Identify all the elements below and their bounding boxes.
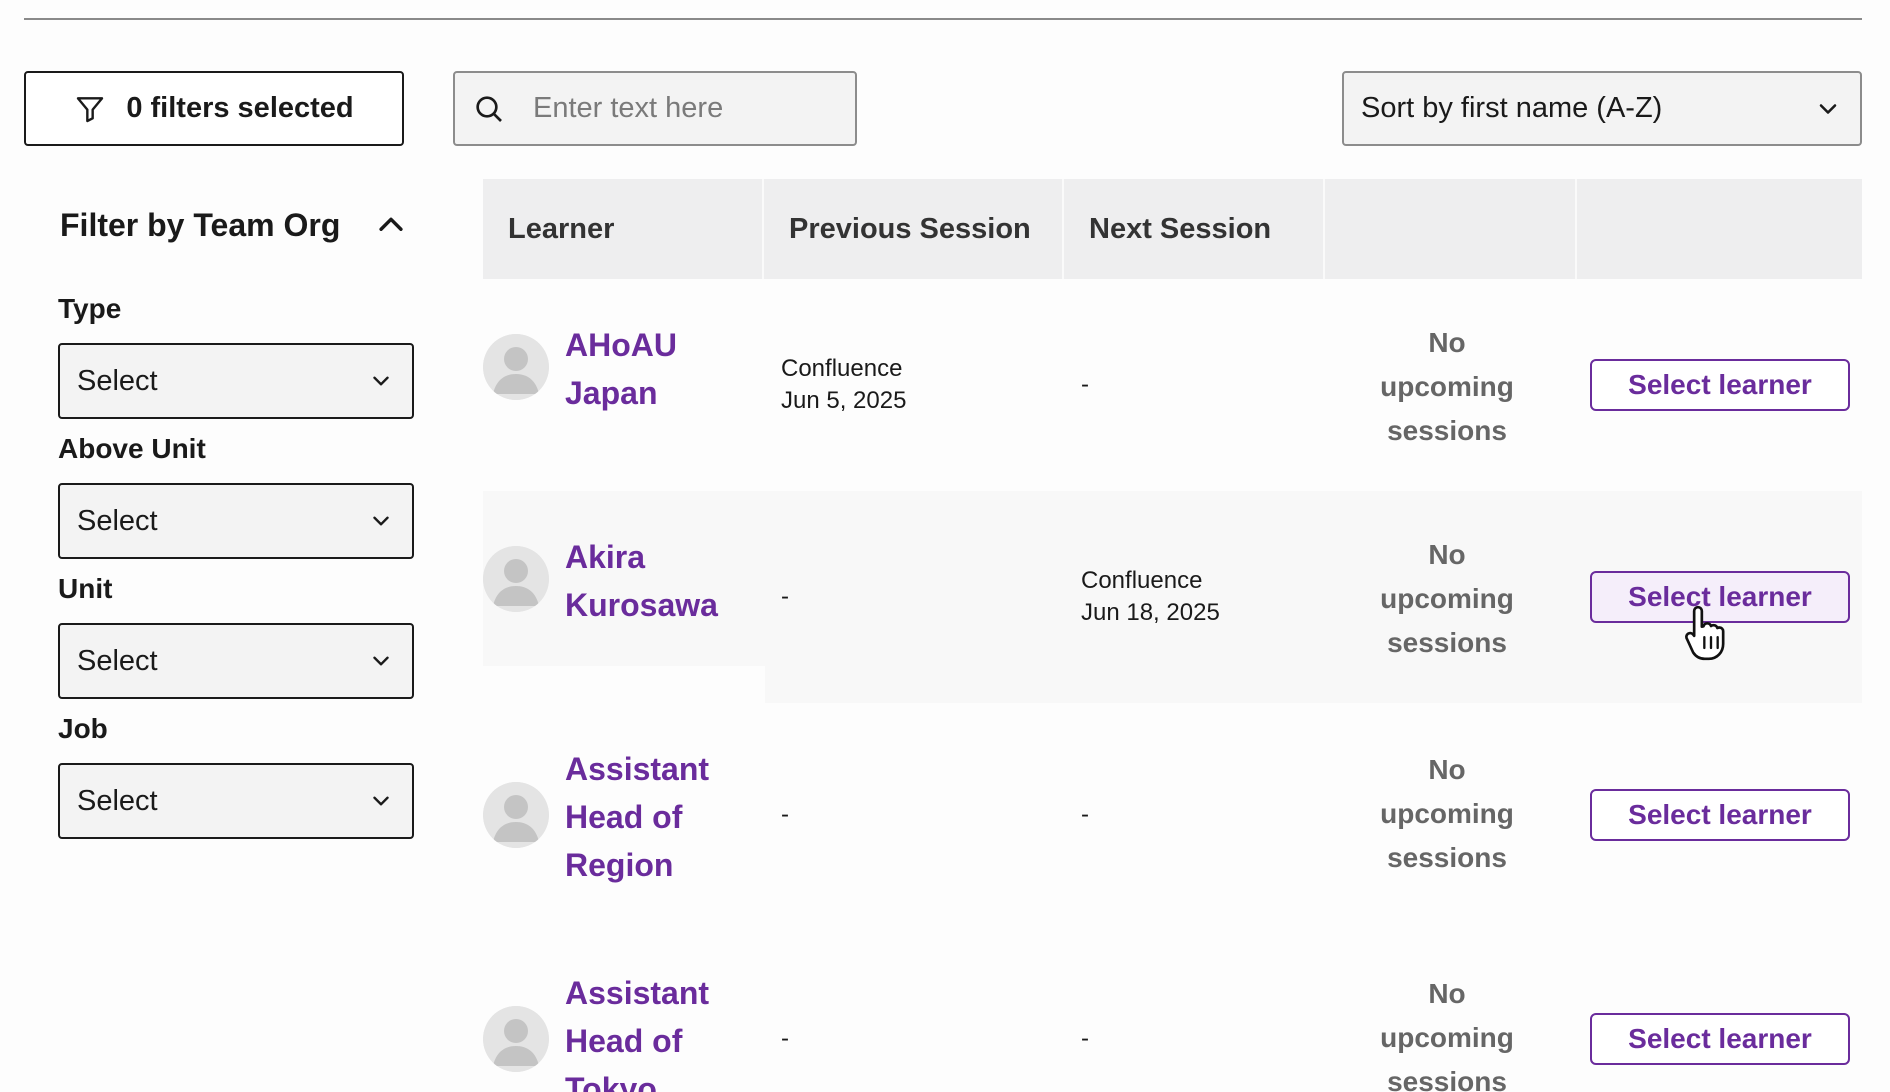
avatar-placeholder-icon: [483, 334, 549, 400]
learner-name-line: Head of: [565, 799, 683, 835]
job-select-value: Select: [77, 784, 158, 817]
learner-name-line: Akira: [565, 539, 646, 575]
job-label: Job: [58, 713, 108, 744]
sort-select-value: Sort by first name (A-Z): [1361, 92, 1663, 124]
chevron-down-icon: [373, 796, 389, 806]
upcoming-status: No upcoming sessions: [1337, 321, 1557, 453]
next-session: -: [1081, 801, 1089, 828]
avatar: [483, 782, 549, 848]
filter-icon: [77, 96, 104, 122]
unit-select[interactable]: Select: [58, 623, 414, 699]
search-icon: [476, 95, 502, 122]
filter-section-toggle[interactable]: Filter by Team Org: [60, 200, 410, 250]
select-learner-button[interactable]: Select learner: [1590, 789, 1850, 841]
avatar-placeholder-icon: [483, 546, 549, 612]
chevron-down-icon: [373, 516, 389, 526]
learner-name-line: Assistant: [565, 975, 710, 1011]
type-label: Type: [58, 293, 122, 324]
chevron-down-icon: [1819, 103, 1837, 114]
avatar: [483, 546, 549, 612]
upcoming-line: upcoming: [1380, 583, 1514, 614]
above-unit-select[interactable]: Select: [58, 483, 414, 559]
header-action: [1577, 179, 1862, 279]
upcoming-line: No: [1428, 327, 1466, 358]
above-unit-select-value: Select: [77, 504, 158, 537]
previous-session: -: [781, 583, 789, 610]
upcoming-line: No: [1428, 978, 1466, 1009]
next-session: Confluence Jun 18, 2025: [1081, 565, 1220, 629]
header-upcoming: [1325, 179, 1577, 279]
upcoming-line: upcoming: [1380, 371, 1514, 402]
avatar-placeholder-icon: [483, 782, 549, 848]
learner-name-line: Assistant: [565, 751, 710, 787]
upcoming-line: sessions: [1387, 1066, 1507, 1092]
table-row: AHoAU Japan Confluence Jun 5, 2025 - No …: [483, 279, 1862, 491]
select-learner-button[interactable]: Select learner: [1590, 359, 1850, 411]
learner-name-link[interactable]: Assistant Head of Tokyo: [565, 969, 709, 1092]
filters-button-label: 0 filters selected: [126, 92, 354, 124]
upcoming-line: sessions: [1387, 415, 1507, 446]
learner-name-line: Tokyo: [565, 1071, 657, 1092]
next-session-date: Jun 18, 2025: [1081, 599, 1220, 626]
upcoming-line: No: [1428, 539, 1466, 570]
page: 0 filters selected Sort by first name (A…: [0, 0, 1890, 1092]
above-unit-label: Above Unit: [58, 433, 206, 464]
previous-session: -: [781, 1025, 789, 1052]
type-select-value: Select: [77, 364, 158, 397]
learner-name-line: Kurosawa: [565, 587, 718, 623]
learner-name-line: Region: [565, 847, 674, 883]
learner-name-line: AHoAU: [565, 327, 677, 363]
type-select[interactable]: Select: [58, 343, 414, 419]
next-session: -: [1081, 371, 1089, 398]
upcoming-status: No upcoming sessions: [1337, 748, 1557, 880]
top-divider: [24, 18, 1862, 20]
table-row: Assistant Head of Tokyo - - No upcoming …: [483, 927, 1862, 1092]
unit-label: Unit: [58, 573, 113, 604]
sort-select[interactable]: Sort by first name (A-Z): [1342, 71, 1862, 146]
learner-name-link[interactable]: Akira Kurosawa: [565, 533, 718, 629]
header-next-session[interactable]: Next Session: [1064, 179, 1325, 279]
upcoming-status: No upcoming sessions: [1337, 972, 1557, 1092]
chevron-down-icon: [373, 656, 389, 666]
upcoming-line: upcoming: [1380, 798, 1514, 829]
avatar-placeholder-icon: [483, 1006, 549, 1072]
previous-session-title: Confluence: [781, 355, 903, 382]
chevron-up-icon: [379, 217, 403, 231]
avatar: [483, 1006, 549, 1072]
header-learner[interactable]: Learner: [483, 179, 764, 279]
next-session: -: [1081, 1025, 1089, 1052]
header-previous-session[interactable]: Previous Session: [764, 179, 1064, 279]
hand-pointer-cursor: [1685, 605, 1725, 661]
chevron-down-icon: [373, 376, 389, 386]
table-header: Learner Previous Session Next Session: [483, 179, 1862, 279]
learner-name-line: Japan: [565, 375, 658, 411]
learner-name-link[interactable]: Assistant Head of Region: [565, 745, 709, 889]
upcoming-line: sessions: [1387, 627, 1507, 658]
learner-name-link[interactable]: AHoAU Japan: [565, 321, 677, 417]
previous-session-date: Jun 5, 2025: [781, 387, 907, 414]
job-select[interactable]: Select: [58, 763, 414, 839]
table-row: Akira Kurosawa - Confluence Jun 18, 2025…: [483, 491, 1862, 703]
filters-button[interactable]: 0 filters selected: [24, 71, 404, 146]
filter-section-title: Filter by Team Org: [60, 206, 341, 243]
upcoming-line: No: [1428, 754, 1466, 785]
search-input[interactable]: [531, 91, 835, 126]
next-session-title: Confluence: [1081, 567, 1203, 594]
previous-session: Confluence Jun 5, 2025: [781, 353, 906, 417]
unit-select-value: Select: [77, 644, 158, 677]
search-box[interactable]: [453, 71, 857, 146]
table-row: Assistant Head of Region - - No upcoming…: [483, 703, 1862, 927]
upcoming-line: sessions: [1387, 842, 1507, 873]
avatar: [483, 334, 549, 400]
previous-session: -: [781, 801, 789, 828]
select-learner-button[interactable]: Select learner: [1590, 1013, 1850, 1065]
upcoming-line: upcoming: [1380, 1022, 1514, 1053]
upcoming-status: No upcoming sessions: [1337, 533, 1557, 665]
learner-name-line: Head of: [565, 1023, 683, 1059]
